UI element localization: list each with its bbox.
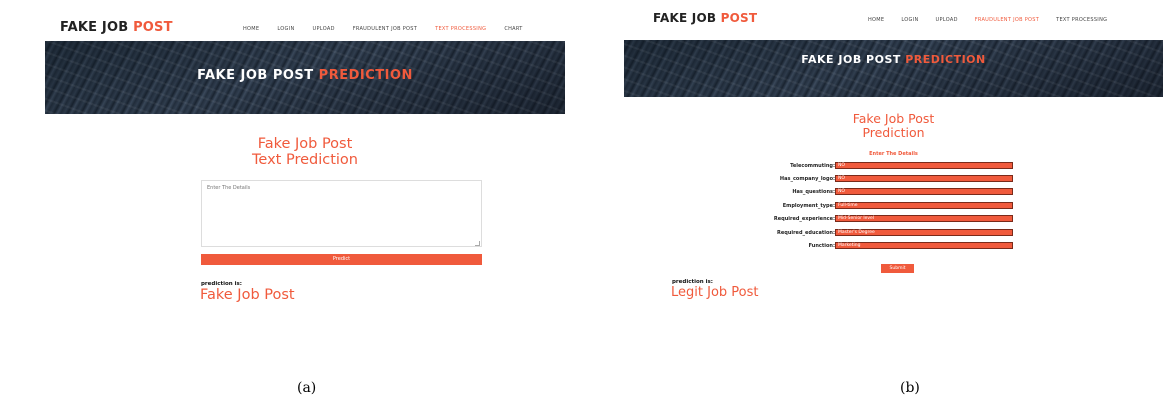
nav-item-fraudulent-job-post[interactable]: FRAUDULENT JOB POST xyxy=(353,26,417,32)
logo-accent-text: POST xyxy=(720,11,758,25)
form-row-employment-type: Employment_type: xyxy=(624,202,835,210)
site-logo[interactable]: FAKE JOB POST xyxy=(653,11,757,25)
nav-item-login[interactable]: LOGIN xyxy=(277,26,294,32)
page-title-line1: Fake Job Post xyxy=(257,136,353,152)
page-title-line2: Prediction xyxy=(862,124,925,140)
screenshot-panel-a: FAKE JOB POST HOME LOGIN UPLOAD FRAUDULE… xyxy=(45,0,565,370)
page-title: Fake Job Post Prediction xyxy=(624,112,1163,140)
details-textarea[interactable] xyxy=(201,180,482,247)
nav-menu: HOME LOGIN UPLOAD FRAUDULENT JOB POST TE… xyxy=(243,26,541,32)
field-label: Has_company_logo: xyxy=(779,176,835,182)
logo-text: FAKE JOB xyxy=(60,20,134,35)
nav-item-home[interactable]: HOME xyxy=(243,26,259,32)
hero-title-main: FAKE JOB POST xyxy=(197,68,319,83)
submit-button[interactable]: Submit xyxy=(881,264,914,273)
required-education-select[interactable]: Master's Degree xyxy=(835,229,1013,236)
predict-button[interactable]: Predict xyxy=(201,254,482,265)
site-logo[interactable]: FAKE JOB POST xyxy=(60,20,173,35)
nav-item-text-processing[interactable]: TEXT PROCESSING xyxy=(435,26,486,32)
form-row-has-questions: Has_questions: xyxy=(624,188,835,196)
field-label: Telecommuting: xyxy=(790,163,835,169)
page-title-line1: Fake Job Post xyxy=(852,111,935,126)
nav-menu: HOME LOGIN UPLOAD FRAUDULENT JOB POST TE… xyxy=(868,17,1124,23)
page-title: Fake Job Post Text Prediction xyxy=(45,136,565,169)
nav-item-text-processing[interactable]: TEXT PROCESSING xyxy=(1056,17,1107,23)
form-row-has-company-logo: Has_company_logo: xyxy=(624,175,835,183)
form-subtitle: Enter The Details xyxy=(869,151,918,157)
nav-item-login[interactable]: LOGIN xyxy=(901,17,918,23)
hero-title: FAKE JOB POST PREDICTION xyxy=(624,53,1163,66)
hero-title-main: FAKE JOB POST xyxy=(801,53,906,66)
nav-item-chart[interactable]: CHART xyxy=(504,26,522,32)
hero-banner: FAKE JOB POST PREDICTION xyxy=(624,40,1163,97)
field-label: Required_experience: xyxy=(773,216,835,222)
nav-item-upload[interactable]: UPLOAD xyxy=(313,26,335,32)
form-row-required-experience: Required_experience: xyxy=(624,215,835,223)
function-select[interactable]: Marketing xyxy=(835,242,1013,249)
form-row-function: Function: xyxy=(624,242,835,250)
nav-item-fraudulent-job-post[interactable]: FRAUDULENT JOB POST xyxy=(975,17,1039,23)
required-experience-select[interactable]: Mid-Senior level xyxy=(835,215,1013,222)
prediction-result: Legit Job Post xyxy=(671,285,759,300)
field-label: Has_questions: xyxy=(792,189,835,195)
hero-title-accent: PREDICTION xyxy=(318,68,413,83)
navbar: FAKE JOB POST HOME LOGIN UPLOAD FRAUDULE… xyxy=(45,0,565,41)
hero-title-accent: PREDICTION xyxy=(905,53,986,66)
navbar: FAKE JOB POST HOME LOGIN UPLOAD FRAUDULE… xyxy=(624,0,1163,41)
nav-item-upload[interactable]: UPLOAD xyxy=(936,17,958,23)
has-company-logo-select[interactable]: NO xyxy=(835,175,1013,182)
hero-banner: FAKE JOB POST PREDICTION xyxy=(45,41,565,114)
logo-accent-text: POST xyxy=(133,20,173,35)
figure-caption-a: (a) xyxy=(297,380,317,396)
page-title-line2: Text Prediction xyxy=(252,151,358,168)
employment-type-select[interactable]: Full-time xyxy=(835,202,1013,209)
form-row-telecommuting: Telecommuting: xyxy=(624,162,835,170)
screenshot-panel-b: FAKE JOB POST HOME LOGIN UPLOAD FRAUDULE… xyxy=(624,0,1163,370)
field-label: Required_education: xyxy=(777,230,835,236)
nav-item-home[interactable]: HOME xyxy=(868,17,884,23)
field-label: Employment_type: xyxy=(782,203,835,209)
resize-handle-icon[interactable] xyxy=(475,241,480,246)
logo-text: FAKE JOB xyxy=(653,11,721,25)
has-questions-select[interactable]: NO xyxy=(835,188,1013,195)
telecommuting-select[interactable]: NO xyxy=(835,162,1013,169)
form-row-required-education: Required_education: xyxy=(624,229,835,237)
hero-title: FAKE JOB POST PREDICTION xyxy=(45,68,565,83)
figure-caption-b: (b) xyxy=(900,380,920,396)
prediction-result: Fake Job Post xyxy=(200,287,295,303)
field-label: Function: xyxy=(808,243,835,249)
